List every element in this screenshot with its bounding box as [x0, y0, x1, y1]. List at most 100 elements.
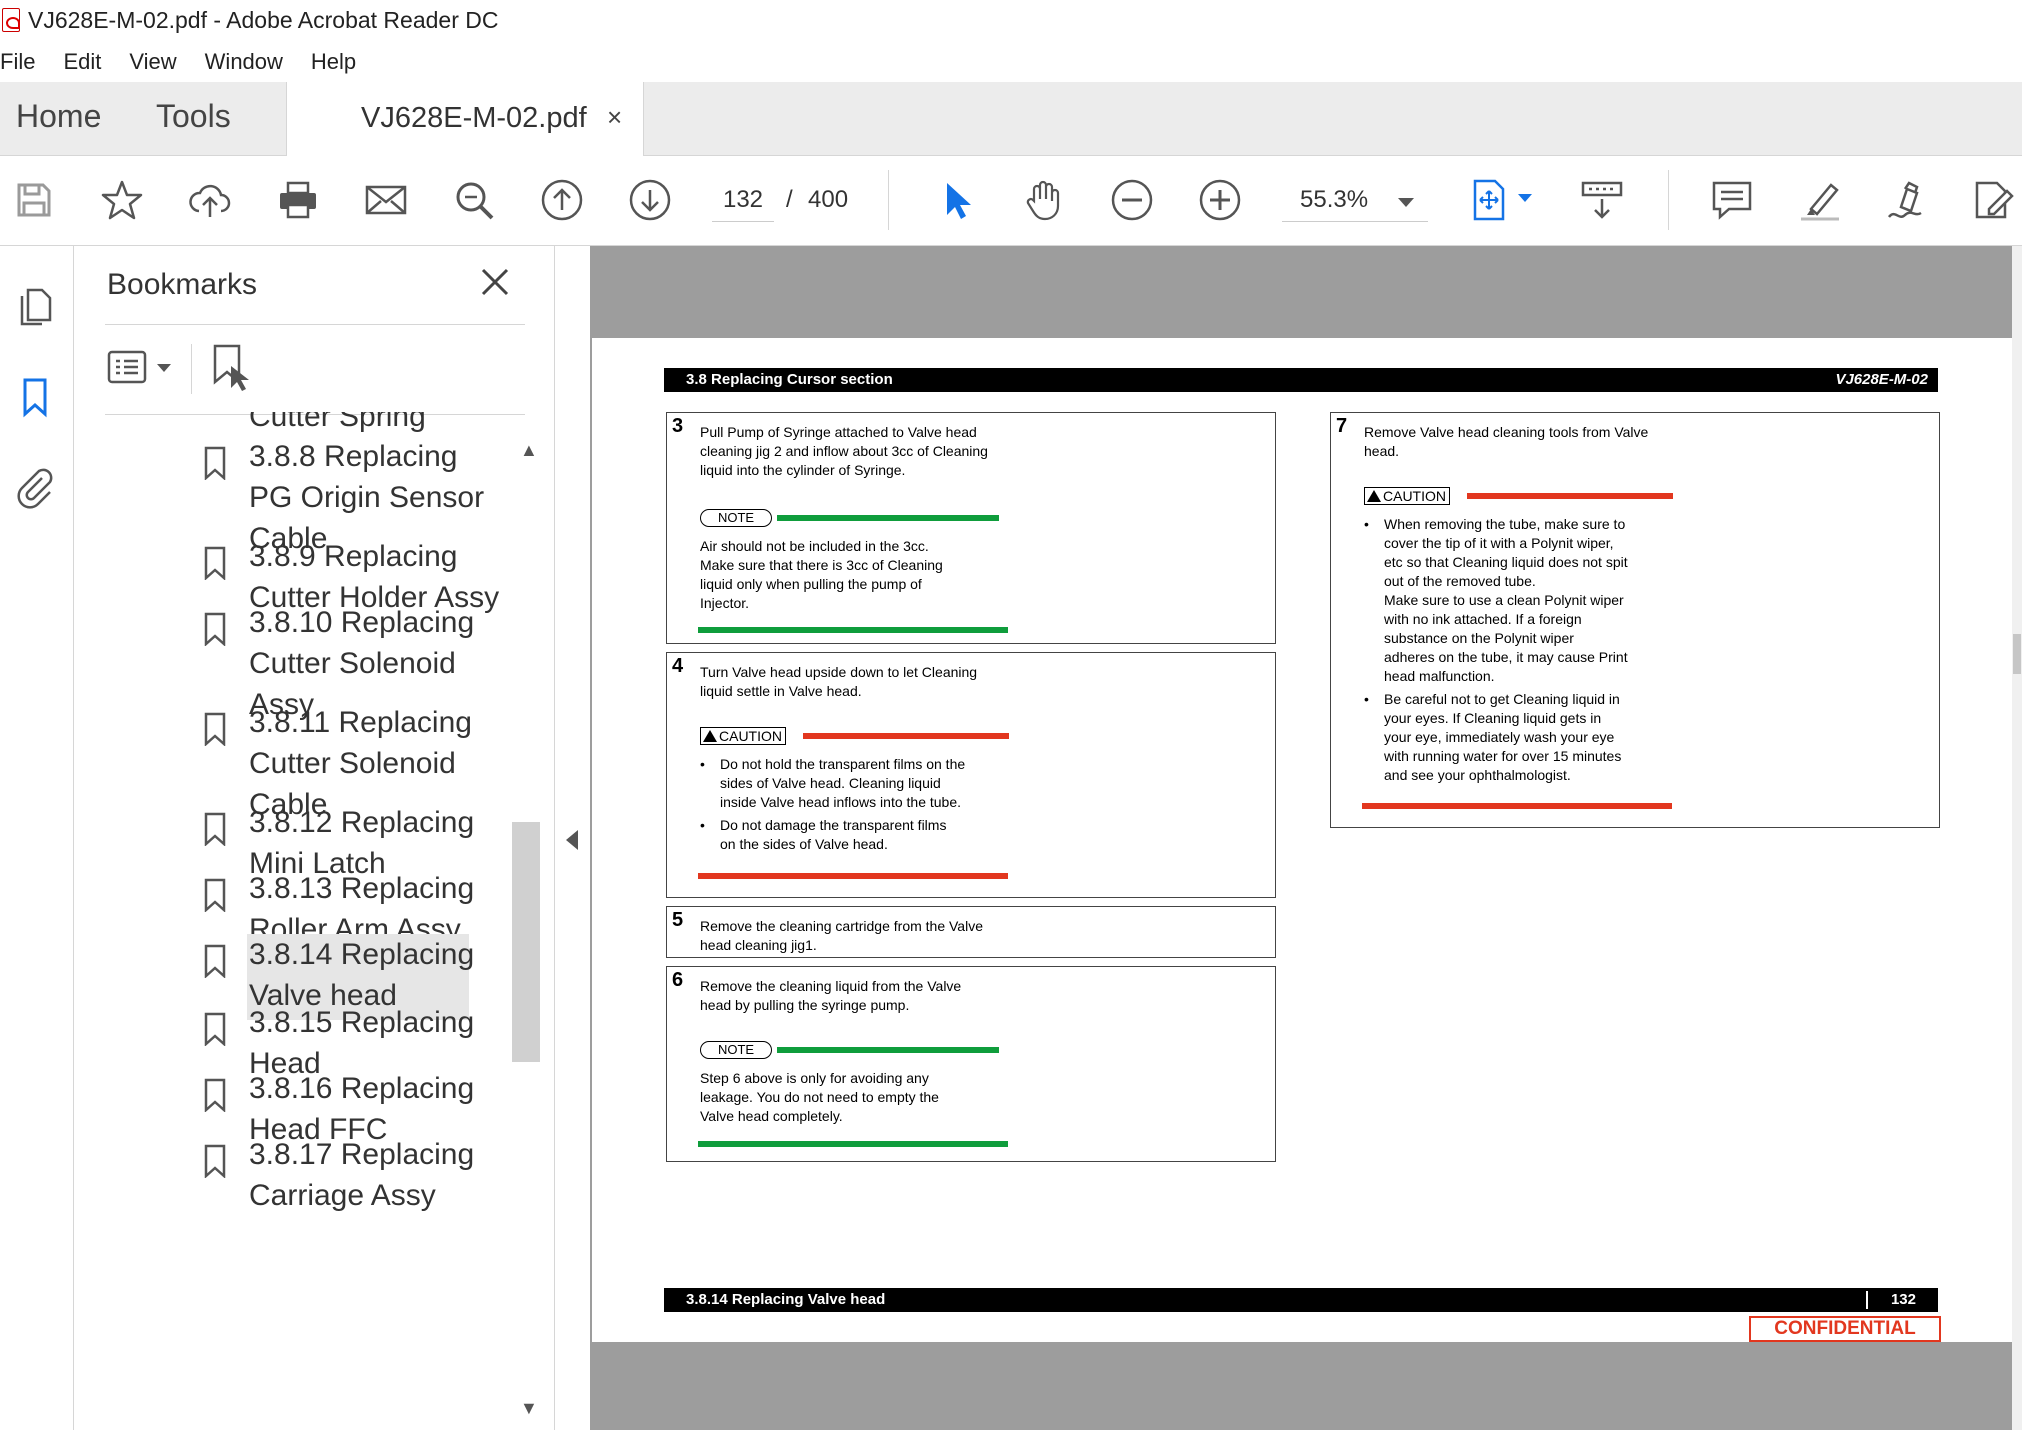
zoom-level-dropdown[interactable]: 55.3% [1282, 186, 1428, 222]
step-number: 6 [672, 969, 684, 991]
zoom-search-icon[interactable] [448, 174, 500, 226]
menu-bar: File Edit View Window Help [0, 42, 384, 82]
highlight-pen-icon[interactable] [1794, 174, 1846, 226]
tab-document[interactable]: VJ628E-M-02.pdf × [286, 82, 644, 157]
menu-edit[interactable]: Edit [63, 49, 101, 75]
note-text: Step 6 above is only for avoiding any le… [700, 1070, 939, 1124]
list-item: Do not hold the transparent films on the… [700, 755, 1000, 812]
tab-bar: Home Tools VJ628E-M-02.pdf × [0, 82, 2022, 157]
panel-divider [105, 324, 525, 325]
step-3-box: 3 Pull Pump of Syringe attached to Valve… [666, 412, 1276, 644]
step-number: 5 [672, 909, 684, 931]
document-scrollbar[interactable] [2012, 246, 2022, 1430]
scroll-mode-icon[interactable] [1576, 174, 1628, 226]
bookmark-list: Cutter Spring 3.8.8 Replacing PG Origin S… [75, 412, 513, 1430]
bookmarks-panel-icon[interactable] [6, 368, 64, 426]
step-number: 3 [672, 415, 684, 437]
previous-page-icon[interactable] [536, 174, 588, 226]
step-instruction: Turn Valve head upside down to let Clean… [700, 664, 978, 699]
bookmark-item[interactable]: 3.8.17 Replacing Carriage Assy [75, 1134, 513, 1226]
close-tab-icon[interactable]: × [607, 102, 622, 133]
tab-tools[interactable]: Tools [156, 98, 231, 135]
caution-rule-bottom [1362, 803, 1672, 809]
attachments-paperclip-icon[interactable] [6, 458, 64, 516]
warning-triangle-icon [1367, 490, 1381, 502]
step-number: 4 [672, 655, 684, 677]
email-icon[interactable] [360, 174, 412, 226]
menu-view[interactable]: View [129, 49, 176, 75]
scroll-up-chevron-icon[interactable]: ▲ [520, 440, 538, 461]
bookmark-icon [204, 944, 226, 978]
caution-rule-top [803, 733, 1009, 739]
scroll-down-chevron-icon[interactable]: ▼ [520, 1398, 538, 1419]
next-page-icon[interactable] [624, 174, 676, 226]
warning-triangle-icon [703, 730, 717, 742]
note-rule-bottom [698, 1141, 1008, 1147]
bookmarks-scrollbar[interactable]: ▲ ▼ [512, 430, 540, 1430]
caution-bullets: Do not hold the transparent films on the… [700, 755, 1000, 858]
step-instruction: Remove the cleaning liquid from the Valv… [700, 978, 962, 1013]
bookmark-options-button[interactable] [105, 346, 185, 390]
tab-home[interactable]: Home [16, 98, 101, 135]
menu-window[interactable]: Window [205, 49, 283, 75]
page-total: 400 [808, 186, 849, 213]
page-footer-number: 132 [1890, 1291, 1916, 1308]
title-bar: VJ628E-M-02.pdf - Adobe Acrobat Reader D… [0, 0, 2022, 40]
list-item: Do not damage the transparent filmson th… [700, 816, 1000, 854]
step-instruction: Pull Pump of Syringe attached to Valve h… [700, 424, 988, 478]
page-thumbnails-icon[interactable] [6, 278, 64, 336]
menu-help[interactable]: Help [311, 49, 356, 75]
bookmark-icon [204, 612, 226, 646]
caution-badge: CAUTION [700, 727, 786, 745]
zoom-level-value: 55.3% [1300, 186, 1369, 213]
note-rule-bottom [698, 627, 1008, 633]
note-badge: NOTE [700, 1041, 772, 1059]
step-4-box: 4 Turn Valve head upside down to let Cle… [666, 652, 1276, 898]
collapse-panel-handle[interactable] [556, 246, 590, 1430]
page-footer: 3.8.14 Replacing Valve head 132 [664, 1288, 1938, 1312]
find-current-bookmark-icon[interactable] [207, 342, 257, 394]
list-item: Be careful not to get Cleaning liquid in… [1364, 690, 1664, 785]
list-item: When removing the tube, make sure tocove… [1364, 515, 1664, 686]
sign-pen-icon[interactable] [1882, 174, 1934, 226]
caution-badge: CAUTION [1364, 487, 1450, 505]
close-panel-icon[interactable] [477, 264, 513, 300]
page-header: 3.8 Replacing Cursor section VJ628E-M-02 [664, 368, 1938, 392]
bookmark-star-icon[interactable] [96, 174, 148, 226]
panel-toolbar-divider [191, 344, 192, 394]
step-7-box: 7 Remove Valve head cleaning tools from … [1330, 412, 1940, 828]
footer-divider [1866, 1291, 1868, 1309]
bookmark-icon [204, 812, 226, 846]
edit-pdf-icon[interactable] [1968, 174, 2020, 226]
bookmark-label: Cutter Spring [249, 412, 426, 433]
zoom-out-icon[interactable] [1106, 174, 1158, 226]
step-instruction: Remove the cleaning cartridge from the V… [700, 918, 983, 953]
collapse-arrow-icon[interactable] [566, 830, 578, 850]
upload-cloud-icon[interactable] [184, 174, 236, 226]
step-5-box: 5 Remove the cleaning cartridge from the… [666, 906, 1276, 958]
document-tab-name: VJ628E-M-02.pdf [361, 102, 587, 134]
bookmark-icon [204, 712, 226, 746]
toolbar: 132 / 400 55.3% [0, 156, 2022, 246]
fit-page-chevron-icon[interactable] [1518, 194, 1532, 202]
fit-page-icon[interactable] [1464, 174, 1516, 226]
caution-bullets: When removing the tube, make sure tocove… [1364, 515, 1664, 789]
comment-icon[interactable] [1706, 174, 1758, 226]
page-number-input[interactable]: 132 [712, 186, 774, 222]
left-rail [0, 246, 74, 1430]
zoom-in-icon[interactable] [1194, 174, 1246, 226]
select-cursor-icon[interactable] [930, 174, 982, 226]
bookmark-icon [204, 878, 226, 912]
bookmarks-scroll-thumb[interactable] [512, 822, 540, 1062]
page-header-doc-id: VJ628E-M-02 [1835, 371, 1928, 388]
note-badge: NOTE [700, 509, 772, 527]
save-icon[interactable] [8, 174, 60, 226]
hand-tool-icon[interactable] [1018, 174, 1070, 226]
print-icon[interactable] [272, 174, 324, 226]
bookmark-icon [204, 1144, 226, 1178]
bookmark-icon [204, 546, 226, 580]
menu-file[interactable]: File [0, 49, 35, 75]
bookmarks-panel-title: Bookmarks [107, 268, 258, 301]
window-title: VJ628E-M-02.pdf - Adobe Acrobat Reader D… [28, 6, 499, 33]
document-scroll-thumb[interactable] [2013, 634, 2021, 674]
